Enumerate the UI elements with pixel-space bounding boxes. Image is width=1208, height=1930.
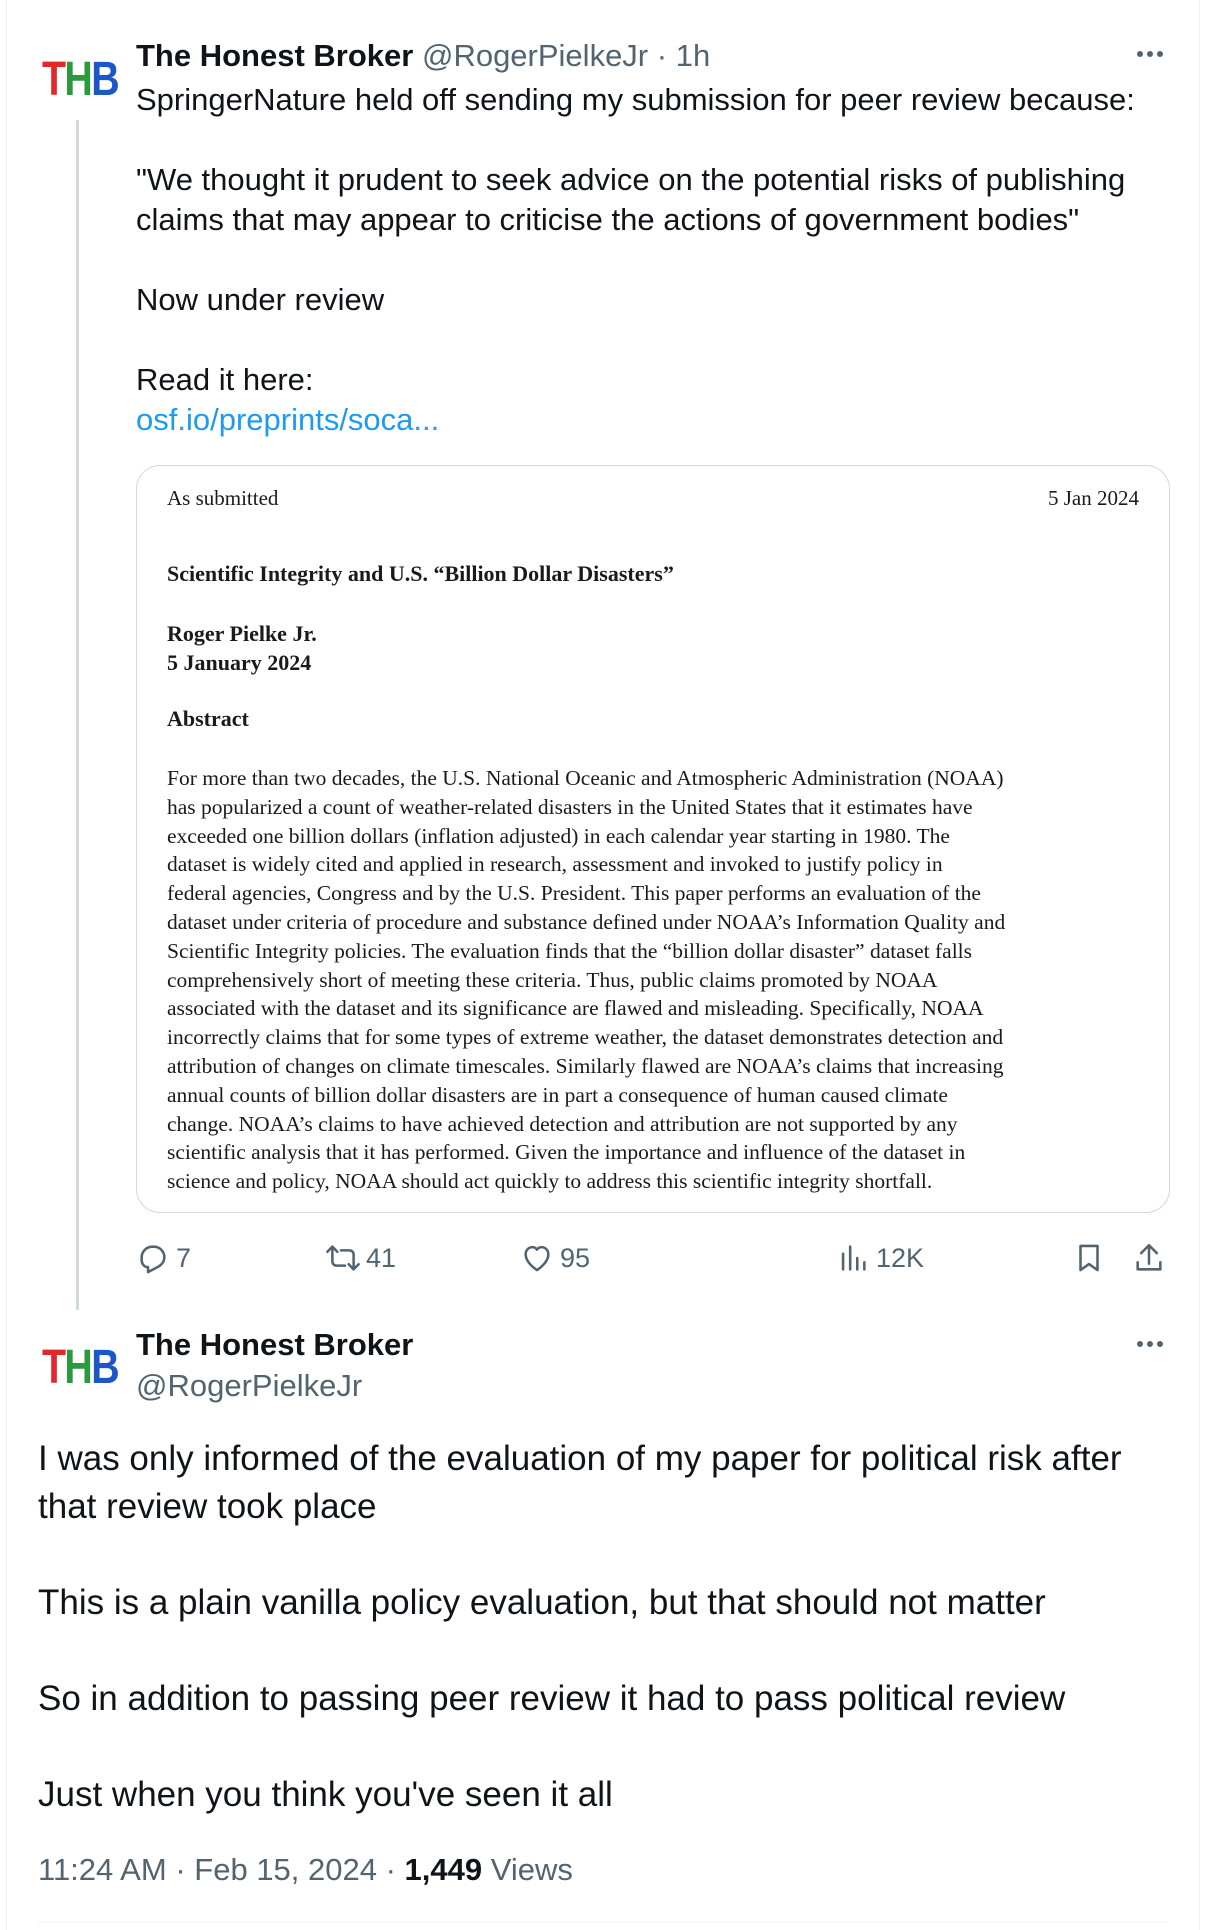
tweet-text-line: SpringerNature held off sending my submi… xyxy=(136,82,1135,117)
retweet-count: 41 xyxy=(366,1242,397,1273)
tweet-meta: 11:24 AM · Feb 15, 2024 · 1,449 Views xyxy=(38,1850,573,1890)
tweet-text: I was only informed of the evaluation of… xyxy=(38,1435,1158,1819)
abstract-text: For more than two decades, the U.S. Nati… xyxy=(167,764,1152,1196)
abstract-line: has popularized a count of weather-relat… xyxy=(167,794,973,819)
tweet-text: SpringerNature held off sending my submi… xyxy=(136,80,1166,440)
abstract-line: scientific analysis that it has performe… xyxy=(167,1140,966,1165)
like-count: 95 xyxy=(560,1242,591,1273)
divider xyxy=(38,1922,1168,1923)
paper-date: 5 January 2024 xyxy=(167,650,312,675)
paper-author-block: Roger Pielke Jr. 5 January 2024 xyxy=(167,619,317,677)
reply-icon xyxy=(140,1245,166,1274)
abstract-line: dataset under criteria of procedure and … xyxy=(167,909,1006,934)
abstract-line: federal agencies, Congress and by the U.… xyxy=(167,881,981,906)
abstract-line: dataset is widely cited and applied in r… xyxy=(167,852,943,877)
abstract-line: annual counts of billion dollar disaster… xyxy=(167,1082,948,1107)
avatar-letter: T xyxy=(42,53,66,106)
display-name[interactable]: The Honest Broker xyxy=(136,1325,413,1365)
abstract-line: attribution of changes on climate timesc… xyxy=(167,1053,1004,1078)
views-count: 12K xyxy=(876,1242,925,1273)
more-horizontal-icon[interactable] xyxy=(1130,40,1170,80)
abstract-line: For more than two decades, the U.S. Nati… xyxy=(167,766,1004,790)
avatar-letter: H xyxy=(64,1341,92,1394)
tweet-text-line: Read it here: xyxy=(136,362,314,397)
card-status: As submitted xyxy=(167,486,279,510)
reply-button[interactable]: 7 xyxy=(136,1236,191,1280)
action-bar: 7 41 95 12K xyxy=(136,1236,1170,1280)
tweet-time[interactable]: 11:24 AM xyxy=(38,1852,167,1887)
more-horizontal-icon[interactable] xyxy=(1130,1330,1170,1370)
separator-dot: · xyxy=(175,1852,186,1887)
abstract-line: associated with the dataset and its sign… xyxy=(167,996,984,1021)
avatar-letter: B xyxy=(91,1341,119,1394)
handle[interactable]: @RogerPielkeJr xyxy=(136,1366,362,1406)
thread-line xyxy=(76,120,79,1310)
card-date: 5 Jan 2024 xyxy=(1048,486,1139,510)
tweet-paragraph: Just when you think you've seen it all xyxy=(38,1775,613,1814)
avatar-letter: T xyxy=(42,1341,66,1394)
avatar-letter: H xyxy=(64,53,92,106)
tweet-text-line: Now under review xyxy=(136,282,385,317)
like-button[interactable]: 95 xyxy=(520,1236,590,1280)
separator-dot: · xyxy=(385,1852,396,1887)
avatar[interactable]: THB xyxy=(42,1340,120,1396)
bookmark-icon xyxy=(1079,1244,1099,1272)
views-label: Views xyxy=(490,1852,573,1887)
share-icon xyxy=(1136,1243,1162,1271)
tweet-date[interactable]: Feb 15, 2024 xyxy=(194,1852,377,1887)
heart-icon xyxy=(524,1245,550,1272)
reply-count: 7 xyxy=(176,1242,192,1273)
share-button[interactable] xyxy=(1132,1236,1172,1280)
more-horizontal-icon xyxy=(1137,1341,1163,1347)
abstract-heading: Abstract xyxy=(167,706,249,731)
tweet-paragraph: I was only informed of the evaluation of… xyxy=(38,1439,1122,1526)
paper-author: Roger Pielke Jr. xyxy=(167,621,317,646)
abstract-line: science and policy, NOAA should act quic… xyxy=(167,1169,933,1194)
tweet-paragraph: So in addition to passing peer review it… xyxy=(38,1679,1066,1718)
retweet-icon xyxy=(326,1245,360,1271)
media-card[interactable]: As submitted 5 Jan 2024 Scientific Integ… xyxy=(136,465,1170,1213)
analytics-icon xyxy=(841,1245,866,1271)
abstract-line: comprehensively short of meeting these c… xyxy=(167,967,938,992)
bookmark-button[interactable] xyxy=(1072,1236,1112,1280)
tweet-header: The Honest Broker @RogerPielkeJr · 1h xyxy=(136,36,710,76)
tweet-quote: "We thought it prudent to seek advice on… xyxy=(136,162,1126,237)
retweet-button[interactable]: 41 xyxy=(326,1236,396,1280)
more-horizontal-icon xyxy=(1137,51,1163,57)
abstract-line: change. NOAA’s claims to have achieved d… xyxy=(167,1111,958,1136)
paper-title: Scientific Integrity and U.S. “Billion D… xyxy=(167,561,674,586)
views-count: 1,449 xyxy=(404,1852,483,1887)
separator-dot: · xyxy=(656,38,668,73)
preprint-link[interactable]: osf.io/preprints/soca... xyxy=(136,402,439,437)
display-name[interactable]: The Honest Broker xyxy=(136,38,413,73)
abstract-line: exceeded one billion dollars (inflation … xyxy=(167,823,950,848)
views-button[interactable]: 12K xyxy=(836,1236,924,1280)
avatar[interactable]: THB xyxy=(42,52,120,108)
timestamp[interactable]: 1h xyxy=(676,38,710,73)
tweet-paragraph: This is a plain vanilla policy evaluatio… xyxy=(38,1583,1046,1622)
abstract-line: incorrectly claims that for some types o… xyxy=(167,1025,1004,1050)
handle[interactable]: @RogerPielkeJr xyxy=(422,38,648,73)
abstract-line: Scientific Integrity policies. The evalu… xyxy=(167,938,973,963)
avatar-letter: B xyxy=(91,53,119,106)
